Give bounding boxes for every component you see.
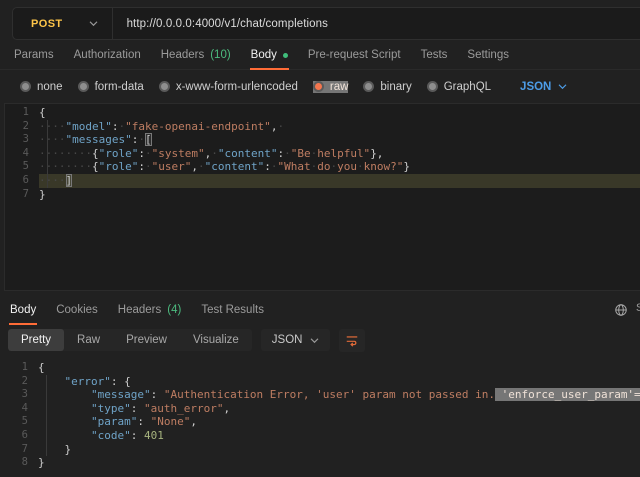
indent-guide — [46, 402, 47, 416]
status-text-clipped: S — [636, 302, 640, 314]
request-url-bar: POST http://0.0.0.0:4000/v1/chat/complet… — [12, 7, 640, 40]
view-pretty[interactable]: Pretty — [8, 329, 64, 351]
radio-icon — [20, 81, 31, 92]
code-line[interactable]: 5 "param": "None", — [0, 415, 640, 429]
body-mode-raw[interactable]: raw — [313, 81, 349, 93]
postman-app: POST http://0.0.0.0:4000/v1/chat/complet… — [0, 0, 640, 477]
line-number: 7 — [0, 443, 28, 457]
line-number: 4 — [0, 402, 28, 416]
request-tabs: ParamsAuthorizationHeaders(10)BodyPre-re… — [0, 41, 640, 70]
wrap-line-button[interactable] — [339, 329, 365, 352]
code-line[interactable]: 8} — [0, 456, 640, 470]
line-number: 4 — [5, 147, 29, 161]
tab-body[interactable]: Body — [241, 41, 298, 69]
code-line[interactable]: 3····"messages":·[ — [5, 133, 640, 147]
response-language-label: JSON — [272, 334, 303, 346]
tab-pre-request-script[interactable]: Pre-request Script — [298, 41, 411, 69]
line-number: 6 — [0, 429, 28, 443]
chevron-down-icon — [558, 83, 567, 90]
indent-guide — [46, 443, 47, 457]
line-number: 1 — [0, 361, 28, 375]
code-line[interactable]: 2 "error": { — [0, 375, 640, 389]
response-view-group: PrettyRawPreviewVisualize — [8, 329, 252, 351]
view-raw[interactable]: Raw — [64, 329, 113, 351]
indent-guide — [46, 388, 47, 402]
raw-language-label: JSON — [520, 81, 551, 93]
active-tab-underline — [9, 323, 37, 325]
indent-guide — [46, 429, 47, 443]
line-number: 5 — [5, 160, 29, 174]
radio-icon — [159, 81, 170, 92]
line-number: 2 — [0, 375, 28, 389]
code-line[interactable]: 6 "code": 401 — [0, 429, 640, 443]
body-mode-x-www-form-urlencoded[interactable]: x-www-form-urlencoded — [159, 81, 298, 93]
response-body-editor[interactable]: 1{2 "error": {3 "message": "Authenticati… — [0, 356, 640, 477]
response-tab-test-results[interactable]: Test Results — [191, 296, 274, 324]
body-mode-graphql[interactable]: GraphQL — [427, 81, 491, 93]
indent-guide — [47, 147, 48, 161]
tab-tests[interactable]: Tests — [411, 41, 458, 69]
chevron-down-icon — [310, 337, 319, 344]
line-number: 8 — [0, 456, 28, 470]
response-toolbar-right — [614, 296, 628, 324]
tab-settings[interactable]: Settings — [457, 41, 519, 69]
line-number: 3 — [5, 133, 29, 147]
body-mode-row: none form-data x-www-form-urlencoded raw bin… — [0, 70, 640, 103]
response-tabs: BodyCookiesHeaders(4)Test Results — [0, 296, 640, 324]
code-line[interactable]: 3 "message": "Authentication Error, 'use… — [0, 388, 640, 402]
view-visualize[interactable]: Visualize — [180, 329, 252, 351]
radio-icon — [427, 81, 438, 92]
response-tab-headers[interactable]: Headers(4) — [108, 296, 192, 324]
line-number: 6 — [5, 174, 29, 188]
method-selector[interactable]: POST — [13, 8, 112, 39]
code-line[interactable]: 7 } — [0, 443, 640, 457]
radio-icon — [363, 81, 374, 92]
body-mode-binary[interactable]: binary — [363, 81, 411, 93]
code-line[interactable]: 5········{"role":·"user",·"content":·"Wh… — [5, 160, 640, 174]
chevron-down-icon — [89, 20, 98, 27]
tab-authorization[interactable]: Authorization — [64, 41, 151, 69]
method-label: POST — [31, 18, 63, 30]
body-mode-radios: none form-data x-www-form-urlencoded raw bin… — [20, 81, 506, 93]
line-number: 7 — [5, 188, 29, 202]
indent-guide — [47, 160, 48, 174]
indent-guide — [47, 120, 48, 134]
code-line[interactable]: 2····"model":·"fake-openai-endpoint",· — [5, 120, 640, 134]
code-line[interactable]: 7} — [5, 188, 640, 202]
code-line[interactable]: 1{ — [5, 106, 640, 120]
code-line[interactable]: 4 "type": "auth_error", — [0, 402, 640, 416]
line-number: 1 — [5, 106, 29, 120]
radio-icon — [313, 81, 324, 92]
view-preview[interactable]: Preview — [113, 329, 180, 351]
request-body-editor[interactable]: 1{2····"model":·"fake-openai-endpoint",·… — [4, 103, 640, 291]
code-line[interactable]: 6····] — [5, 174, 640, 188]
line-number: 2 — [5, 120, 29, 134]
response-tab-cookies[interactable]: Cookies — [46, 296, 108, 324]
indent-guide — [47, 174, 48, 188]
tab-headers[interactable]: Headers(10) — [151, 41, 241, 69]
response-view-row: PrettyRawPreviewVisualize JSON — [8, 327, 640, 353]
body-mode-none[interactable]: none — [20, 81, 63, 93]
globe-icon[interactable] — [614, 303, 628, 317]
tab-params[interactable]: Params — [4, 41, 64, 69]
wrap-line-icon — [345, 333, 359, 347]
line-number: 3 — [0, 388, 28, 402]
indent-guide — [47, 133, 48, 147]
indent-guide — [46, 375, 47, 389]
unsaved-dot-icon — [283, 53, 288, 58]
radio-icon — [78, 81, 89, 92]
response-language-select[interactable]: JSON — [261, 329, 331, 351]
code-line[interactable]: 4········{"role":·"system",·"content":·"… — [5, 147, 640, 161]
url-input[interactable]: http://0.0.0.0:4000/v1/chat/completions — [113, 18, 328, 30]
indent-guide — [46, 415, 47, 429]
line-number: 5 — [0, 415, 28, 429]
body-mode-form-data[interactable]: form-data — [78, 81, 144, 93]
response-tab-body[interactable]: Body — [0, 296, 46, 324]
code-line[interactable]: 1{ — [0, 361, 640, 375]
raw-language-select[interactable]: JSON — [520, 81, 567, 93]
